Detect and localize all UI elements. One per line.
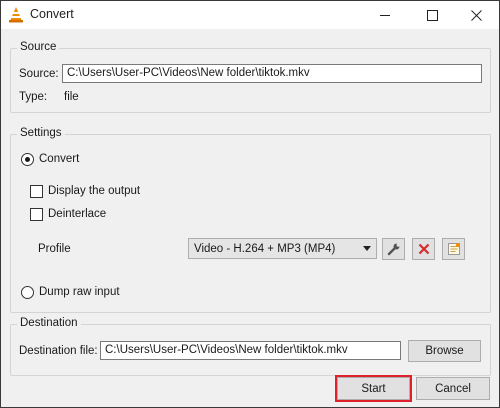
destination-file-label: Destination file: xyxy=(19,345,98,357)
convert-dialog: Convert Source Source: C:\Users\User-PC\… xyxy=(0,0,500,408)
title-bar[interactable]: Convert xyxy=(1,1,499,29)
wrench-icon xyxy=(387,243,399,256)
chevron-down-icon xyxy=(363,246,371,251)
minimize-button[interactable] xyxy=(362,1,408,29)
browse-button[interactable]: Browse xyxy=(408,340,481,362)
start-button[interactable]: Start xyxy=(337,377,410,400)
maximize-button[interactable] xyxy=(409,1,455,29)
settings-group: Settings Convert Display the output Dein… xyxy=(10,127,491,313)
close-button[interactable] xyxy=(453,1,499,29)
dump-raw-label: Dump raw input xyxy=(39,286,120,298)
dialog-body: Source Source: C:\Users\User-PC\Videos\N… xyxy=(1,29,499,407)
destination-group: Destination Destination file: C:\Users\U… xyxy=(10,317,491,376)
delete-x-icon xyxy=(418,243,429,255)
destination-file-input[interactable]: C:\Users\User-PC\Videos\New folder\tikto… xyxy=(100,341,401,360)
window-title: Convert xyxy=(30,7,74,21)
display-output-checkbox[interactable] xyxy=(30,185,43,198)
source-label: Source: xyxy=(19,68,59,80)
profile-dropdown-value: Video - H.264 + MP3 (MP4) xyxy=(194,242,336,255)
type-value: file xyxy=(64,91,79,103)
destination-group-title: Destination xyxy=(17,317,81,329)
settings-group-title: Settings xyxy=(17,127,65,139)
profile-label: Profile xyxy=(38,243,71,255)
source-field[interactable]: C:\Users\User-PC\Videos\New folder\tikto… xyxy=(62,64,482,83)
source-group-title: Source xyxy=(17,41,60,53)
new-profile-icon xyxy=(447,243,460,255)
display-output-label: Display the output xyxy=(48,185,141,197)
source-group: Source Source: C:\Users\User-PC\Videos\N… xyxy=(10,41,491,113)
cancel-button[interactable]: Cancel xyxy=(416,377,490,400)
dump-raw-radio[interactable] xyxy=(21,286,34,299)
maximize-icon xyxy=(426,9,438,21)
close-icon xyxy=(470,9,482,21)
vlc-cone-icon xyxy=(9,7,23,23)
convert-label: Convert xyxy=(39,153,80,165)
type-label: Type: xyxy=(19,91,48,103)
new-profile-button[interactable] xyxy=(442,238,465,260)
profile-dropdown[interactable]: Video - H.264 + MP3 (MP4) xyxy=(188,238,377,259)
convert-radio[interactable] xyxy=(21,153,34,166)
deinterlace-checkbox[interactable] xyxy=(30,208,43,221)
delete-profile-button[interactable] xyxy=(412,238,435,260)
deinterlace-label: Deinterlace xyxy=(48,208,107,220)
edit-profile-button[interactable] xyxy=(382,238,405,260)
minimize-icon xyxy=(379,14,390,16)
